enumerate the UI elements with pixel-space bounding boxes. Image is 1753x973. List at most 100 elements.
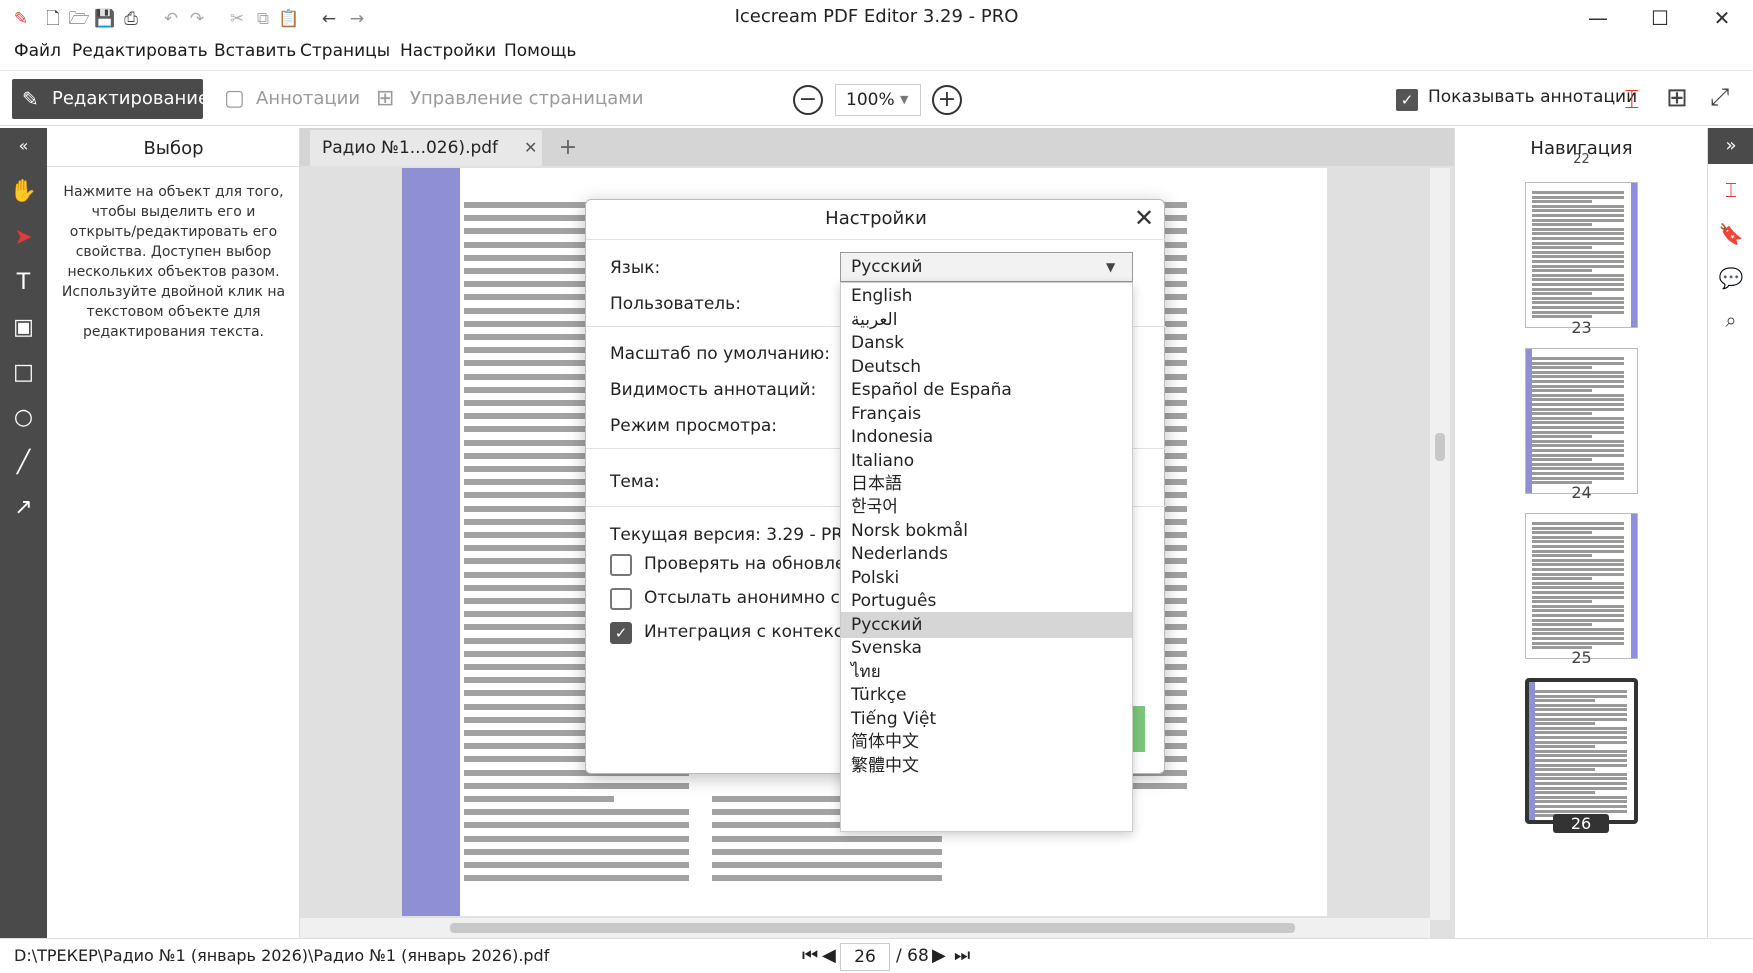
pages-panel-icon[interactable]: ⌶ xyxy=(1708,170,1753,210)
language-option[interactable]: Svenska xyxy=(841,635,1132,661)
menu-settings[interactable]: Настройки xyxy=(400,41,496,61)
zoom-out-icon[interactable]: − xyxy=(793,85,823,115)
tab-bar: Радио №1...026).pdf ✕ + xyxy=(300,128,1454,166)
tab-document[interactable]: Радио №1...026).pdf ✕ xyxy=(310,130,542,166)
show-annotations-label: Показывать аннотации xyxy=(1428,87,1638,107)
user-label: Пользователь: xyxy=(610,294,741,314)
default-scale-label: Масштаб по умолчанию: xyxy=(610,344,830,364)
page-number-label-current: 26 xyxy=(1553,814,1609,833)
navigation-panel: Навигация 22 23 24 25 26 xyxy=(1454,128,1707,938)
annotation-visibility-label: Видимость аннотаций: xyxy=(610,380,817,400)
window-title: Icecream PDF Editor 3.29 - PRO xyxy=(734,6,1019,27)
fullscreen-icon[interactable]: ⤢ xyxy=(1710,83,1729,111)
check-updates-label: Проверять на обновлени xyxy=(644,554,868,574)
language-option[interactable]: Nederlands xyxy=(841,541,1132,567)
next-page-icon[interactable]: ▶ xyxy=(932,945,946,966)
prev-page-icon[interactable]: ◀ xyxy=(822,945,836,966)
page-total: / 68 xyxy=(896,946,929,966)
left-panel: Выбор Нажмите на объект для того, чтобы … xyxy=(47,128,300,938)
theme-label: Тема: xyxy=(610,472,660,492)
mode-annotations-button[interactable]: ▢ Аннотации xyxy=(218,79,360,119)
left-tool-strip: « ✋ ➤ T ▣ □ ○ ╱ ↗ xyxy=(0,128,47,938)
page-thumbnail-current[interactable] xyxy=(1525,678,1638,824)
line-tool-icon[interactable]: ╱ xyxy=(0,443,47,483)
rectangle-tool-icon[interactable]: □ xyxy=(0,353,47,393)
search-icon[interactable]: ⌕ xyxy=(1708,300,1753,340)
chevron-down-icon: ▼ xyxy=(1106,260,1116,274)
text-tool-icon[interactable]: T xyxy=(0,263,47,303)
language-option[interactable]: Español de España xyxy=(841,377,1132,403)
horizontal-scroll-thumb[interactable] xyxy=(450,923,1295,933)
anonymous-stats-checkbox[interactable] xyxy=(610,588,632,610)
page-number-label: 23 xyxy=(1571,318,1592,337)
vertical-scrollbar[interactable] xyxy=(1430,168,1450,920)
show-annotations-checkbox[interactable]: ✓ xyxy=(1396,89,1418,111)
language-option[interactable]: 한국어 xyxy=(841,494,1132,520)
language-option[interactable]: Indonesia xyxy=(841,424,1132,450)
language-option[interactable]: Dansk xyxy=(841,330,1132,356)
right-tool-strip: » ⌶ 🔖 💬 ⌕ xyxy=(1707,128,1753,938)
vertical-scroll-thumb[interactable] xyxy=(1435,433,1445,461)
save-button-edge[interactable] xyxy=(1133,706,1145,752)
image-tool-icon[interactable]: ▣ xyxy=(0,308,47,348)
grid-icon: ⊞ xyxy=(376,86,395,111)
status-bar: D:\ТРЕКЕР\Радио №1 (январь 2026)\Радио №… xyxy=(0,938,1753,973)
menu-file[interactable]: Файл xyxy=(14,41,61,61)
language-option[interactable]: 繁體中文 xyxy=(841,753,1132,779)
single-page-view-icon[interactable]: ⌶ xyxy=(1624,85,1640,116)
page-number-input[interactable]: 26 xyxy=(840,943,890,971)
maximize-icon[interactable]: ☐ xyxy=(1636,4,1684,32)
arrow-tool-icon[interactable]: ↗ xyxy=(0,488,47,528)
collapse-right-icon[interactable]: » xyxy=(1708,128,1753,164)
zoom-in-icon[interactable]: + xyxy=(932,85,962,115)
horizontal-scrollbar[interactable] xyxy=(300,918,1430,938)
divider xyxy=(47,166,300,167)
tab-label: Радио №1...026).pdf xyxy=(322,138,499,158)
hand-tool-icon[interactable]: ✋ xyxy=(0,172,47,212)
menu-insert[interactable]: Вставить xyxy=(214,41,296,61)
check-updates-checkbox[interactable] xyxy=(610,554,632,576)
menu-edit[interactable]: Редактировать xyxy=(72,41,208,61)
language-option[interactable]: Türkçe xyxy=(841,682,1132,708)
mode-pages-button[interactable]: ⊞ Управление страницами xyxy=(372,79,644,119)
language-option[interactable]: Português xyxy=(841,588,1132,614)
menu-pages[interactable]: Страницы xyxy=(300,41,390,61)
zoom-select[interactable]: 100% ▼ xyxy=(835,84,921,116)
context-menu-integration-checkbox[interactable]: ✓ xyxy=(610,622,632,644)
page-thumbnail[interactable] xyxy=(1525,348,1638,494)
minimize-icon[interactable]: — xyxy=(1574,4,1622,32)
page-number-label: 22 xyxy=(1573,152,1590,167)
collapse-left-icon[interactable]: « xyxy=(0,128,47,164)
menu-bar: Файл Редактировать Вставить Страницы Нас… xyxy=(0,36,1753,68)
main-toolbar: ✎ Редактирование ▢ Аннотации ⊞ Управлени… xyxy=(0,70,1753,126)
comments-icon[interactable]: 💬 xyxy=(1708,258,1753,298)
menu-help[interactable]: Помощь xyxy=(504,41,576,61)
close-dialog-icon[interactable]: ✕ xyxy=(1126,202,1162,234)
ellipse-tool-icon[interactable]: ○ xyxy=(0,398,47,438)
page-thumbnail[interactable] xyxy=(1525,513,1638,659)
select-tool-icon[interactable]: ➤ xyxy=(0,218,47,258)
mode-edit-label: Редактирование xyxy=(52,88,210,109)
mode-pages-label: Управление страницами xyxy=(410,88,644,109)
title-bar: ✎ 🗋 🗁 💾 ⎙ ↶ ↷ ✂ ⧉ 📋 ← → Icecream PDF Edi… xyxy=(0,0,1753,36)
language-select[interactable]: Русский ▼ xyxy=(840,252,1133,282)
page-number-label: 25 xyxy=(1571,648,1592,667)
close-tab-icon[interactable]: ✕ xyxy=(524,130,537,166)
first-page-icon[interactable]: ⏮ xyxy=(802,945,818,966)
version-text: Текущая версия: 3.29 - PRO xyxy=(610,525,857,545)
page-thumbnail[interactable] xyxy=(1525,182,1638,328)
bookmark-icon[interactable]: 🔖 xyxy=(1708,214,1753,254)
language-dropdown-list: English العربية Dansk Deutsch Español de… xyxy=(840,282,1133,832)
magazine-spine-graphic xyxy=(402,168,460,916)
two-page-view-icon[interactable]: ⊞ xyxy=(1666,83,1688,113)
select-hint-text: Нажмите на объект для того, чтобы выдели… xyxy=(61,184,286,340)
language-option[interactable]: English xyxy=(841,283,1132,309)
last-page-icon[interactable]: ⏭ xyxy=(954,945,970,966)
add-tab-icon[interactable]: + xyxy=(550,134,586,162)
chevron-down-icon: ▼ xyxy=(900,93,909,106)
anonymous-stats-label: Отсылать анонимно стат xyxy=(644,588,871,608)
mode-edit-button[interactable]: ✎ Редактирование xyxy=(12,79,209,119)
close-window-icon[interactable]: ✕ xyxy=(1698,4,1746,32)
language-option[interactable]: 简体中文 xyxy=(841,729,1132,755)
mode-annotations-label: Аннотации xyxy=(256,88,361,109)
